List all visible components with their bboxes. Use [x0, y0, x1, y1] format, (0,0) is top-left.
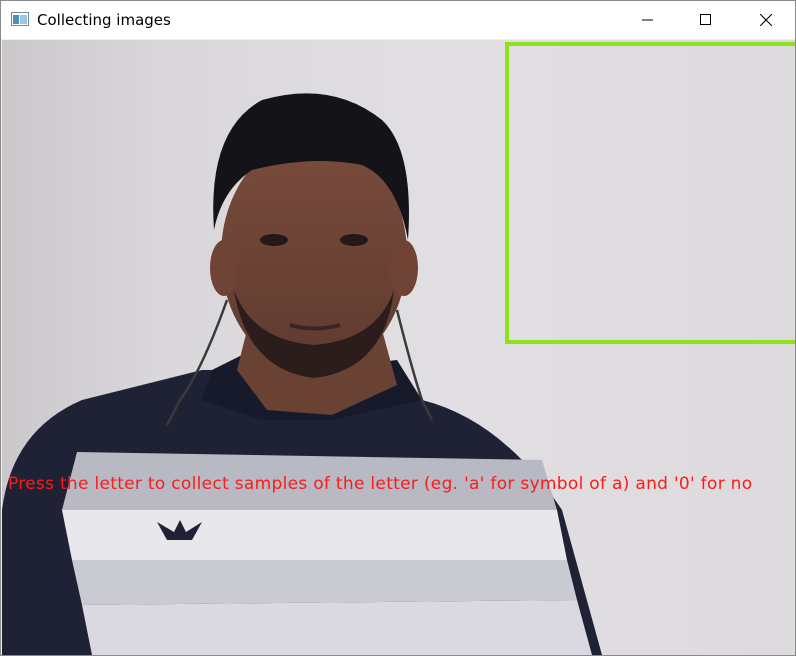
close-icon — [760, 14, 772, 26]
instruction-text: Press the letter to collect samples of t… — [8, 474, 753, 494]
close-button[interactable] — [737, 1, 795, 39]
app-icon — [11, 12, 29, 26]
capture-region-box — [505, 42, 795, 344]
minimize-button[interactable] — [619, 1, 677, 39]
maximize-icon — [700, 14, 711, 25]
camera-feed: Press the letter to collect samples of t… — [2, 40, 795, 655]
window-title: Collecting images — [37, 11, 171, 29]
app-window: Collecting images Press the letter to co… — [0, 0, 796, 656]
maximize-button[interactable] — [677, 1, 735, 39]
minimize-icon — [642, 19, 653, 21]
title-bar[interactable]: Collecting images — [1, 1, 795, 39]
